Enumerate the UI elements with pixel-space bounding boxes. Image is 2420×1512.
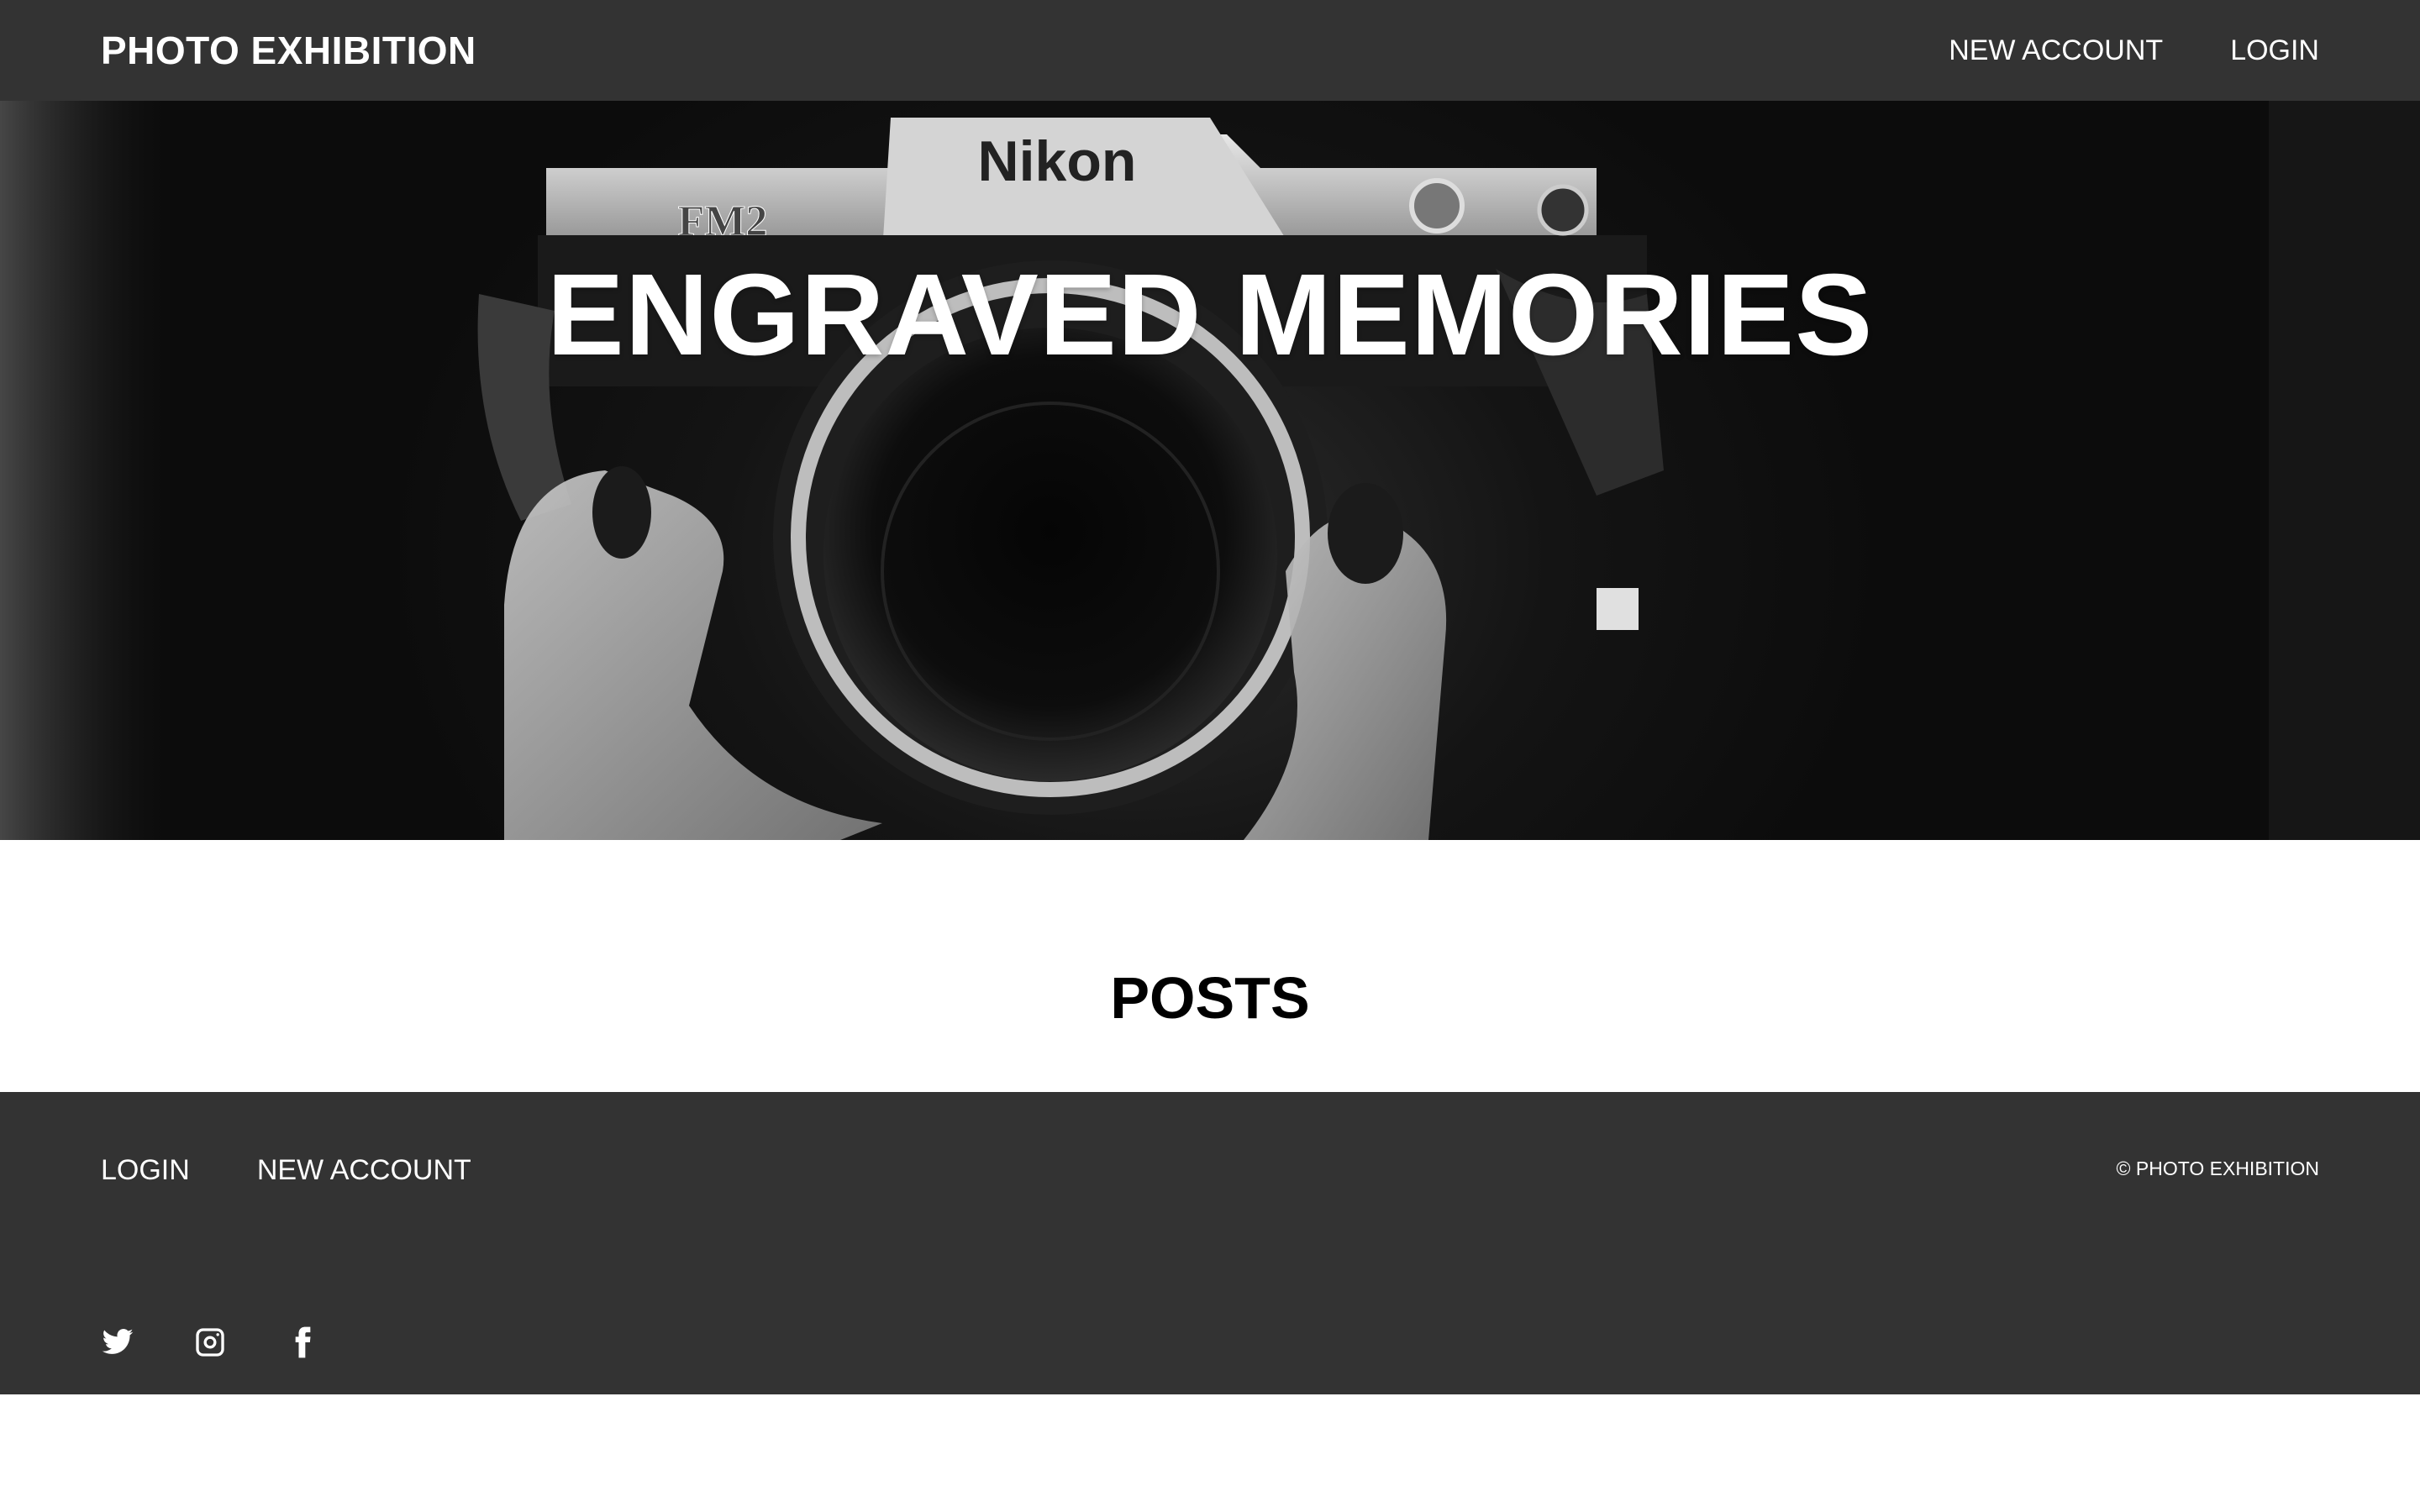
social-links	[101, 1326, 319, 1359]
footer-new-account-link[interactable]: NEW ACCOUNT	[257, 1154, 471, 1187]
twitter-icon	[102, 1329, 134, 1354]
posts-heading: POSTS	[1110, 965, 1310, 1031]
header-login-link[interactable]: LOGIN	[2230, 34, 2319, 67]
facebook-link[interactable]	[286, 1326, 319, 1359]
site-header: PHOTO EXHIBITION NEW ACCOUNT LOGIN	[0, 0, 2420, 101]
hero-title: ENGRAVED MEMORIES	[546, 249, 1874, 380]
twitter-link[interactable]	[101, 1326, 134, 1359]
hero-banner: Nikon FM2 ENGRAVED MEMORIES	[0, 101, 2420, 840]
brand-logo-link[interactable]: PHOTO EXHIBITION	[101, 28, 476, 73]
copyright-text: © PHOTO EXHIBITION	[2116, 1158, 2319, 1179]
header-new-account-link[interactable]: NEW ACCOUNT	[1949, 34, 2163, 67]
instagram-icon	[196, 1328, 224, 1357]
instagram-link[interactable]	[193, 1326, 227, 1359]
footer-nav: LOGIN NEW ACCOUNT	[101, 1154, 471, 1187]
facebook-icon	[295, 1326, 311, 1358]
site-footer: LOGIN NEW ACCOUNT © PHOTO EXHIBITION	[0, 1092, 2420, 1394]
posts-section: POSTS	[0, 840, 2420, 1092]
header-nav: NEW ACCOUNT LOGIN	[1949, 34, 2319, 67]
footer-login-link[interactable]: LOGIN	[101, 1154, 190, 1187]
